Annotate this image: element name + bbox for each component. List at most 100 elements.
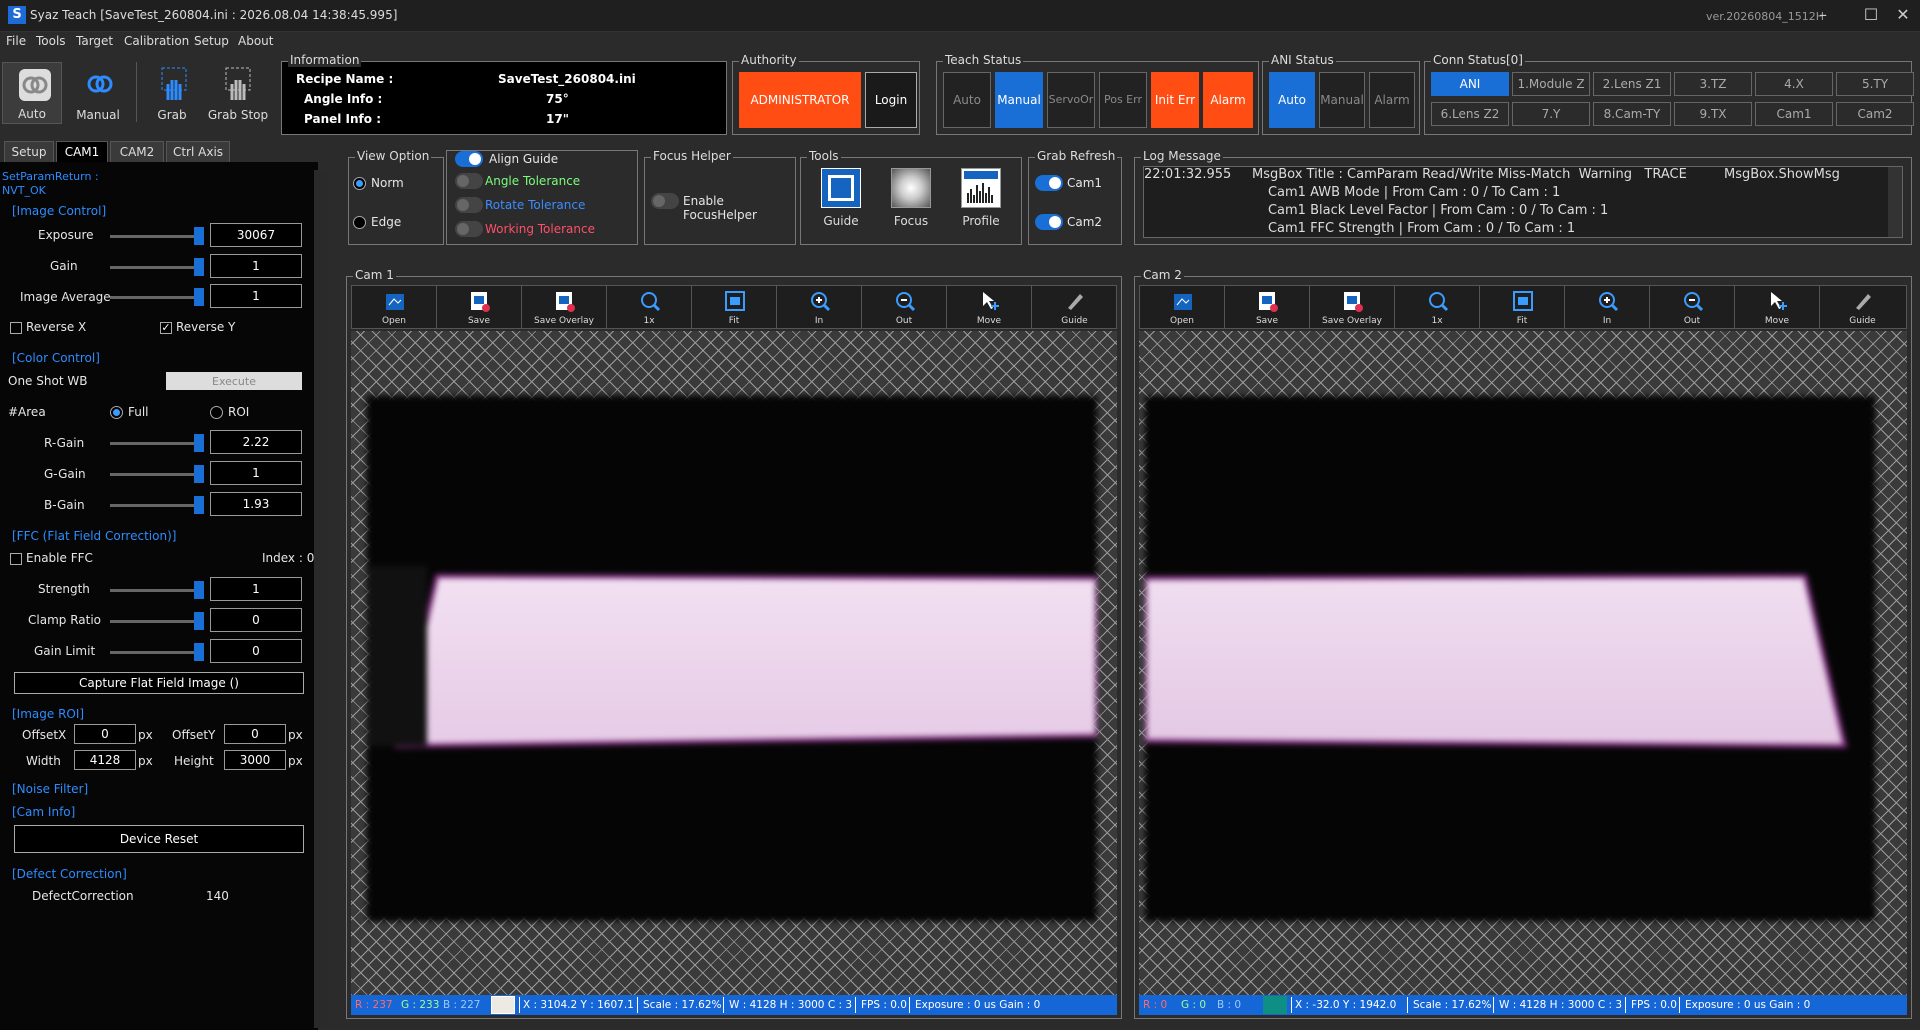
- cam1-guide-button[interactable]: Guide: [1032, 286, 1117, 328]
- working-tolerance-toggle[interactable]: [455, 221, 483, 237]
- rotate-tolerance-toggle[interactable]: [455, 197, 483, 213]
- log-scrollbar[interactable]: [1888, 167, 1902, 237]
- cam2-dimensions: W : 4128 H : 3000 C : 3: [1499, 999, 1623, 1011]
- edge-label: Edge: [371, 215, 402, 229]
- conn-ty: 5.TY: [1836, 72, 1914, 96]
- focus-tool-button[interactable]: Focus: [886, 168, 936, 230]
- cam2-zoom-in-button[interactable]: In: [1565, 286, 1650, 328]
- manual-mode-button[interactable]: Manual: [68, 62, 128, 124]
- clamp-ratio-slider[interactable]: [110, 612, 204, 630]
- cam2-guide-button[interactable]: Guide: [1820, 286, 1905, 328]
- log-line: Cam1 Black Level Factor | From Cam : 0 /…: [1144, 203, 1609, 218]
- minimize-button[interactable]: –: [1808, 4, 1838, 26]
- grab-hand-icon: [161, 67, 187, 100]
- set-param-return-label: SetParamReturn :: [2, 170, 99, 183]
- cam2-open-button[interactable]: Open: [1140, 286, 1225, 328]
- menu-file[interactable]: File: [6, 34, 26, 48]
- capture-flat-field-button[interactable]: Capture Flat Field Image (): [14, 672, 304, 694]
- edge-radio[interactable]: [353, 216, 366, 229]
- tab-setup[interactable]: Setup: [4, 141, 54, 163]
- cam2-save-button[interactable]: Save: [1225, 286, 1310, 328]
- cam2-scale: Scale : 17.62%: [1413, 999, 1492, 1011]
- b-gain-value[interactable]: 1.93: [210, 492, 302, 516]
- administrator-badge: ADMINISTRATOR: [739, 72, 861, 128]
- cam1-move-button[interactable]: Move: [947, 286, 1032, 328]
- grab-stop-button[interactable]: Grab Stop: [206, 62, 270, 124]
- close-button[interactable]: ✕: [1888, 4, 1918, 26]
- offset-x-value[interactable]: 0: [74, 724, 136, 744]
- cam1-viewport[interactable]: [351, 331, 1117, 995]
- cam2-b-value: B : 0: [1217, 999, 1242, 1011]
- menu-target[interactable]: Target: [76, 34, 113, 48]
- area-full-radio[interactable]: [110, 406, 123, 419]
- grab-button[interactable]: Grab: [142, 62, 202, 124]
- guide-tool-button[interactable]: Guide: [816, 168, 866, 230]
- clamp-ratio-value[interactable]: 0: [210, 608, 302, 632]
- exposure-slider[interactable]: [110, 227, 204, 245]
- cam2-zoom-out-button[interactable]: Out: [1650, 286, 1735, 328]
- cam1-fit-button[interactable]: Fit: [692, 286, 777, 328]
- g-gain-value[interactable]: 1: [210, 461, 302, 485]
- device-reset-button[interactable]: Device Reset: [14, 825, 304, 853]
- exposure-value[interactable]: 30067: [210, 223, 302, 247]
- cam2-zoom-1x-button[interactable]: 1x: [1395, 286, 1480, 328]
- focus-helper-toggle[interactable]: [651, 193, 679, 209]
- r-gain-slider[interactable]: [110, 434, 204, 452]
- image-average-slider[interactable]: [110, 288, 204, 306]
- align-guide-toggle[interactable]: [455, 151, 483, 167]
- strength-value[interactable]: 1: [210, 577, 302, 601]
- b-gain-slider[interactable]: [110, 496, 204, 514]
- angle-tolerance-toggle[interactable]: [455, 173, 483, 189]
- cam1-save-button[interactable]: Save: [437, 286, 522, 328]
- cam1-zoom-out-button[interactable]: Out: [862, 286, 947, 328]
- grab-refresh-cam1-toggle[interactable]: [1035, 175, 1063, 191]
- menu-setup[interactable]: Setup: [194, 34, 229, 48]
- norm-radio[interactable]: [353, 177, 366, 190]
- cam2-fit-button[interactable]: Fit: [1480, 286, 1565, 328]
- enable-ffc-checkbox[interactable]: [10, 553, 22, 565]
- gain-limit-slider[interactable]: [110, 643, 204, 661]
- authority-group: Authority ADMINISTRATOR Login: [732, 53, 920, 135]
- cam2-viewport[interactable]: [1139, 331, 1907, 995]
- clamp-ratio-label: Clamp Ratio: [28, 613, 101, 627]
- cam1-save-overlay-button[interactable]: Save Overlay: [522, 286, 607, 328]
- menu-about[interactable]: About: [238, 34, 273, 48]
- height-value[interactable]: 3000: [224, 750, 286, 770]
- tab-ctrl-axis[interactable]: Ctrl Axis: [166, 141, 230, 163]
- cam1-open-button[interactable]: Open: [352, 286, 437, 328]
- offset-y-value[interactable]: 0: [224, 724, 286, 744]
- log-message-box[interactable]: 22:01:32.955 MsgBox Title : CamParam Rea…: [1143, 166, 1903, 238]
- cam2-save-overlay-button[interactable]: Save Overlay: [1310, 286, 1395, 328]
- cam2-move-button[interactable]: Move: [1735, 286, 1820, 328]
- color-control-header: [Color Control]: [12, 351, 100, 365]
- maximize-button[interactable]: ☐: [1856, 4, 1886, 26]
- image-average-value[interactable]: 1: [210, 284, 302, 308]
- gain-value[interactable]: 1: [210, 254, 302, 278]
- cam1-zoom-1x-button[interactable]: 1x: [607, 286, 692, 328]
- panel-scrollbar[interactable]: [314, 170, 328, 1028]
- grab-refresh-cam2-toggle[interactable]: [1035, 214, 1063, 230]
- reverse-y-checkbox[interactable]: ✓: [160, 322, 172, 334]
- area-roi-radio[interactable]: [210, 406, 223, 419]
- gain-slider[interactable]: [110, 258, 204, 276]
- login-button[interactable]: Login: [865, 72, 917, 128]
- open-icon: [386, 294, 404, 310]
- cam1-zoom-in-button[interactable]: In: [777, 286, 862, 328]
- status-separator: [519, 997, 520, 1013]
- tab-cam1[interactable]: CAM1: [56, 141, 108, 163]
- execute-button[interactable]: Execute: [166, 372, 302, 390]
- strength-slider[interactable]: [110, 581, 204, 599]
- save-icon: [1259, 292, 1278, 312]
- width-value[interactable]: 4128: [74, 750, 136, 770]
- tab-cam2[interactable]: CAM2: [110, 141, 164, 163]
- r-gain-value[interactable]: 2.22: [210, 430, 302, 454]
- g-gain-slider[interactable]: [110, 465, 204, 483]
- auto-mode-button[interactable]: Auto: [2, 62, 62, 124]
- conn-ani: ANI: [1431, 72, 1509, 96]
- reverse-x-checkbox[interactable]: [10, 322, 22, 334]
- profile-tool-button[interactable]: Profile: [956, 168, 1006, 230]
- gain-limit-value[interactable]: 0: [210, 639, 302, 663]
- menu-tools[interactable]: Tools: [36, 34, 66, 48]
- panel-label: Panel Info :: [304, 112, 381, 126]
- menu-calibration[interactable]: Calibration: [124, 34, 189, 48]
